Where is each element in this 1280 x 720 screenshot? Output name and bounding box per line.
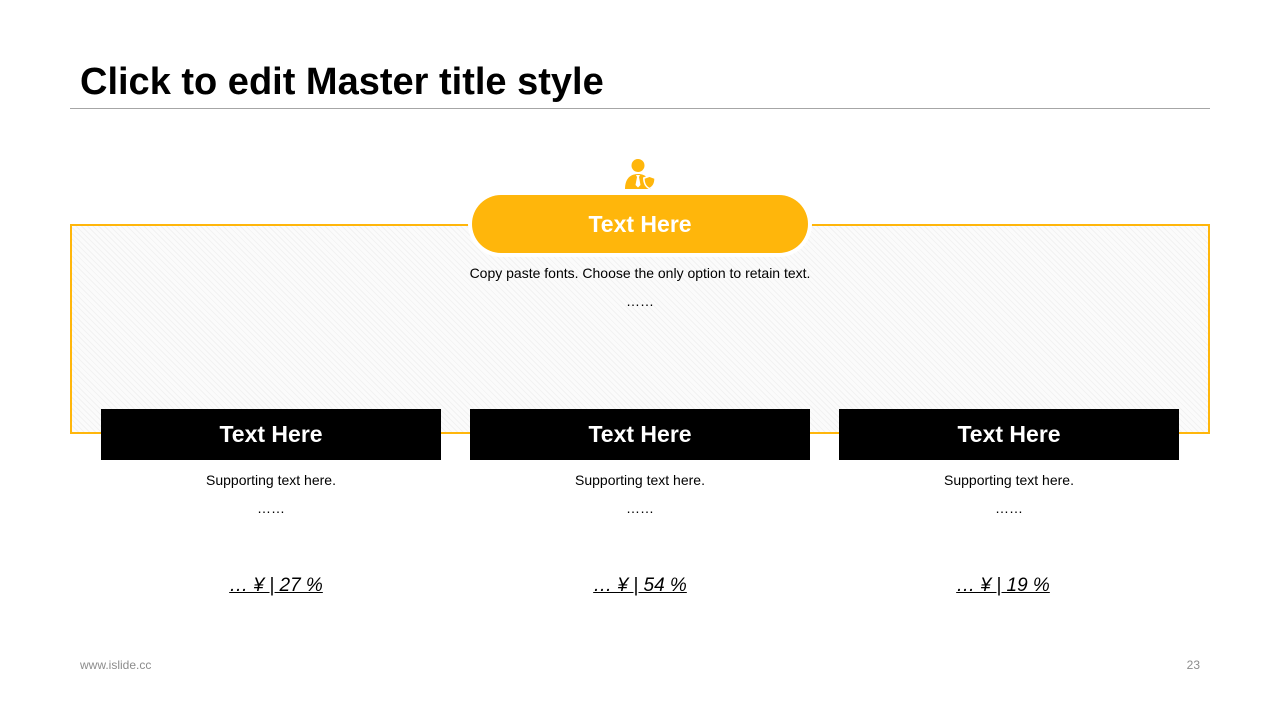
- page-number: 23: [1186, 658, 1200, 672]
- column-2-stat: … ¥ | 54 %: [593, 575, 687, 596]
- column-1-stat: … ¥ | 27 %: [229, 575, 323, 596]
- column-1-heading: Text Here: [101, 409, 441, 460]
- main-ellipsis: ……: [626, 293, 654, 309]
- main-heading-pill: Text Here: [472, 195, 808, 253]
- main-description: Copy paste fonts. Choose the only option…: [469, 265, 811, 281]
- main-panel: [70, 224, 1210, 434]
- column-3-text: Supporting text here.: [944, 472, 1074, 488]
- column-3-heading: Text Here: [839, 409, 1179, 460]
- title-divider: [70, 108, 1210, 109]
- column-3-ellipsis: ……: [995, 500, 1023, 516]
- footer-website: www.islide.cc: [80, 658, 152, 672]
- column-2-text: Supporting text here.: [575, 472, 705, 488]
- column-3-stat: … ¥ | 19 %: [956, 575, 1050, 596]
- column-2-ellipsis: ……: [626, 500, 654, 516]
- slide-title: Click to edit Master title style: [80, 61, 604, 103]
- person-shield-icon: [625, 159, 656, 190]
- column-1-text: Supporting text here.: [206, 472, 336, 488]
- column-2-heading: Text Here: [470, 409, 810, 460]
- column-1-ellipsis: ……: [257, 500, 285, 516]
